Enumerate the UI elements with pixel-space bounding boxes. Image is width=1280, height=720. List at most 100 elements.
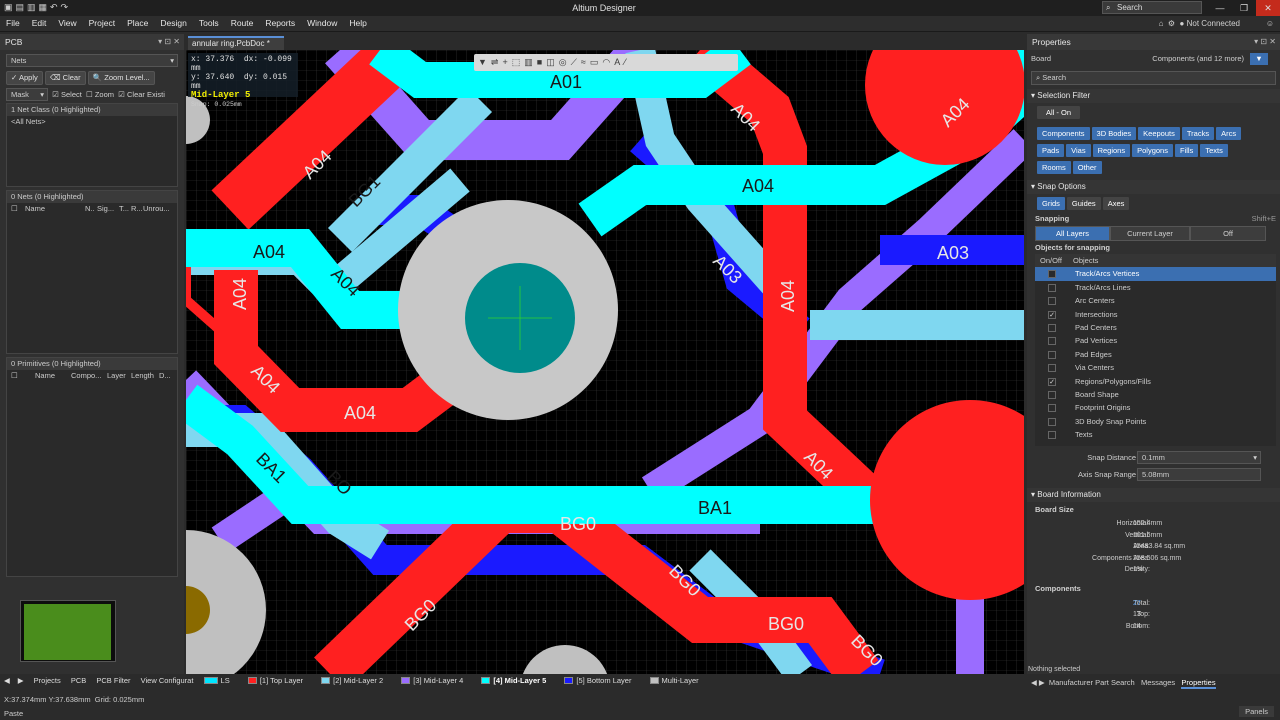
- panel-pin-icons[interactable]: ▾ ⊡ ✕: [158, 34, 180, 50]
- route-icon[interactable]: ⇌: [491, 57, 503, 67]
- menu-file[interactable]: File: [0, 16, 26, 31]
- snap-row-pad-centers[interactable]: Pad Centers: [1035, 321, 1276, 334]
- snap-checkbox[interactable]: [1048, 404, 1056, 413]
- panel-pin-icons[interactable]: ▾ ⊡ ✕: [1254, 34, 1276, 50]
- menu-reports[interactable]: Reports: [259, 16, 301, 31]
- chip-polygons[interactable]: Polygons: [1132, 144, 1173, 157]
- gear-icon[interactable]: ⚙: [1168, 19, 1175, 28]
- snap-checkbox[interactable]: [1048, 297, 1056, 306]
- nets-list[interactable]: 0 Nets (0 Highlighted) ☐ Name N.. Sig... T..…: [6, 190, 178, 354]
- select-checkbox[interactable]: ☑ Select: [52, 90, 82, 99]
- components-filter-label[interactable]: Components (and 12 more): [1152, 50, 1244, 68]
- snap-row-footprint-origins[interactable]: Footprint Origins: [1035, 401, 1276, 414]
- apply-button[interactable]: ✓ Apply: [6, 71, 43, 85]
- board-preview[interactable]: [20, 600, 116, 662]
- line-icon[interactable]: ⁄: [624, 57, 630, 67]
- zoom-level-button[interactable]: 🔍 Zoom Level...: [87, 71, 155, 85]
- chart-icon[interactable]: ▥: [524, 57, 537, 67]
- diff-pair-icon[interactable]: ≈: [581, 57, 590, 67]
- layer-top[interactable]: [1] Top Layer: [247, 674, 311, 688]
- primitives-list[interactable]: 0 Primitives (0 Highlighted) ☐ Name Compo.…: [6, 357, 178, 662]
- pad-icon[interactable]: ◫: [546, 57, 559, 67]
- tab-manufacturer-part-search[interactable]: Manufacturer Part Search: [1049, 678, 1135, 687]
- zoom-checkbox[interactable]: ☐ Zoom: [86, 90, 114, 99]
- snap-checkbox[interactable]: [1048, 390, 1056, 399]
- properties-search[interactable]: ⌕ Search: [1031, 71, 1276, 85]
- snap-checkbox[interactable]: [1048, 364, 1056, 373]
- snap-checkbox[interactable]: [1048, 417, 1056, 426]
- menu-tools[interactable]: Tools: [193, 16, 225, 31]
- tab-messages[interactable]: Messages: [1141, 678, 1175, 687]
- layer-ls[interactable]: LS: [203, 674, 238, 688]
- snap-off-button[interactable]: Off: [1190, 226, 1266, 241]
- snap-row-regions-polygons-fills[interactable]: ✓ Regions/Polygons/Fills: [1035, 375, 1276, 388]
- search-box[interactable]: ⌕ Search: [1102, 1, 1202, 14]
- menu-project[interactable]: Project: [83, 16, 121, 31]
- guides-button[interactable]: Guides: [1066, 197, 1101, 210]
- board-information-header[interactable]: ▾ Board Information: [1027, 488, 1280, 502]
- close-button[interactable]: ✕: [1256, 0, 1280, 16]
- chip-vias[interactable]: Vias: [1066, 144, 1091, 157]
- chip-regions[interactable]: Regions: [1092, 144, 1131, 157]
- snap-row-pad-vertices[interactable]: Pad Vertices: [1035, 334, 1276, 347]
- tab-properties[interactable]: Properties: [1181, 678, 1216, 689]
- tab-projects[interactable]: Projects: [34, 674, 61, 688]
- snap-objects-list[interactable]: On/Off Objects Track/Arcs Vertices Track/…: [1035, 254, 1276, 446]
- pcb-drawing[interactable]: A01 A04 A04 A03 BA1 A04 BG0 BG0 A04 BG1 …: [186, 50, 1024, 674]
- chip-fills[interactable]: Fills: [1174, 144, 1199, 157]
- clear-existing-checkbox[interactable]: ☑ Clear Existi: [118, 90, 165, 99]
- chip-pads[interactable]: Pads: [1037, 144, 1065, 157]
- chip-texts[interactable]: Texts: [1200, 144, 1228, 157]
- snap-row-pad-edges[interactable]: Pad Edges: [1035, 348, 1276, 361]
- snap-row-via-centers[interactable]: Via Centers: [1035, 361, 1276, 374]
- current-layer-button[interactable]: Current Layer: [1110, 226, 1190, 241]
- snap-row-arc-centers[interactable]: Arc Centers: [1035, 294, 1276, 307]
- tab-pcb-filter[interactable]: PCB Filter: [96, 674, 130, 688]
- add-icon[interactable]: +: [502, 57, 511, 67]
- chip-components[interactable]: Components: [1037, 127, 1090, 140]
- maximize-button[interactable]: ❐: [1232, 0, 1256, 16]
- filter-icon[interactable]: ▼: [478, 57, 491, 67]
- layer-mid-5[interactable]: [4] Mid-Layer 5: [481, 674, 554, 688]
- pcb-canvas[interactable]: A01 A04 A04 A03 BA1 A04 BG0 BG0 A04 BG1 …: [186, 50, 1024, 674]
- select-rect-icon[interactable]: ⬚: [512, 57, 525, 67]
- via-icon[interactable]: ◎: [559, 57, 571, 67]
- chip-keepouts[interactable]: Keepouts: [1138, 127, 1180, 140]
- snap-row-board-shape[interactable]: Board Shape: [1035, 388, 1276, 401]
- menu-edit[interactable]: Edit: [26, 16, 53, 31]
- doc-tab-annular-ring[interactable]: annular ring.PcbDoc *: [188, 36, 284, 50]
- net-class-list[interactable]: 1 Net Class (0 Highlighted) <All Nets>: [6, 103, 178, 187]
- snap-options-header[interactable]: ▾ Snap Options: [1027, 180, 1280, 194]
- snap-checkbox[interactable]: [1048, 323, 1056, 332]
- menu-window[interactable]: Window: [301, 16, 343, 31]
- snap-checkbox[interactable]: [1048, 431, 1056, 440]
- all-on-button[interactable]: All - On: [1037, 106, 1081, 119]
- snap-checkbox[interactable]: [1048, 270, 1056, 279]
- chip-other[interactable]: Other: [1072, 161, 1102, 174]
- menu-design[interactable]: Design: [154, 16, 192, 31]
- chip-3d-bodies[interactable]: 3D Bodies: [1091, 127, 1137, 140]
- snap-checkbox[interactable]: [1048, 283, 1056, 292]
- scroll-right-icon[interactable]: ▶: [1039, 678, 1045, 687]
- scroll-right-icon[interactable]: ▶: [18, 674, 24, 688]
- snap-checkbox[interactable]: ✓: [1048, 377, 1056, 386]
- layer-bottom[interactable]: [5] Bottom Layer: [564, 674, 639, 688]
- axis-snap-range-input[interactable]: 5.08mm: [1137, 468, 1261, 481]
- interactive-route-icon[interactable]: ⟋: [571, 57, 581, 67]
- snap-row-track-arcs-lines[interactable]: Track/Arcs Lines: [1035, 281, 1276, 294]
- snap-checkbox[interactable]: [1048, 337, 1056, 346]
- not-connected-label[interactable]: Not Connected: [1187, 19, 1240, 28]
- mask-dropdown[interactable]: Mask: [6, 88, 48, 101]
- panels-button[interactable]: Panels: [1239, 706, 1274, 717]
- scroll-left-icon[interactable]: ◀: [1031, 678, 1037, 687]
- all-layers-button[interactable]: All Layers: [1035, 226, 1110, 241]
- tab-pcb[interactable]: PCB: [71, 674, 86, 688]
- menu-route[interactable]: Route: [225, 16, 260, 31]
- menu-help[interactable]: Help: [343, 16, 372, 31]
- snap-checkbox[interactable]: ✓: [1048, 310, 1056, 319]
- user-menu-icon[interactable]: ☺: [1266, 16, 1274, 31]
- chip-rooms[interactable]: Rooms: [1037, 161, 1071, 174]
- filter-icon[interactable]: ▼: [1250, 53, 1268, 65]
- grids-button[interactable]: Grids: [1037, 197, 1065, 210]
- scroll-left-icon[interactable]: ◀: [4, 674, 10, 688]
